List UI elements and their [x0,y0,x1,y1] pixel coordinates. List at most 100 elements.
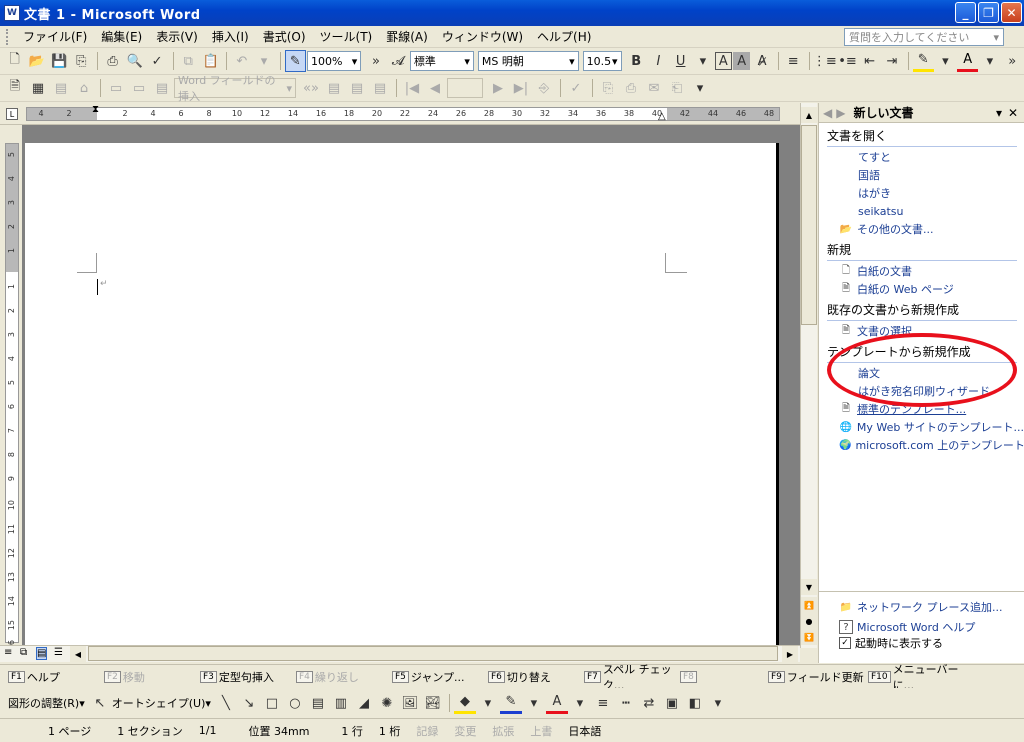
select-objects-icon[interactable]: ↖ [89,692,111,714]
zoom-select[interactable]: 100% ▾ [306,51,362,71]
my-web-template-link[interactable]: 🌐 My Web サイトのテンプレート... [839,419,1024,435]
recent-doc-link[interactable]: seikatsu [858,203,1024,219]
close-button[interactable]: ✕ [1001,2,1022,23]
scroll-up-icon[interactable]: ▲ [801,107,817,123]
status-rec[interactable]: 記録 [408,723,446,739]
greeting-line-icon[interactable]: ▭ [105,77,127,99]
char-border-icon[interactable]: A [714,52,733,70]
scroll-down-icon[interactable]: ▼ [801,579,817,595]
merge-to-email-icon[interactable]: ✉ [643,77,665,99]
menu-insert[interactable]: 挿入(I) [205,27,256,47]
numbering-icon[interactable]: ⋮≡ [813,50,837,72]
status-ovr[interactable]: 上書 [522,723,560,739]
tab-selector[interactable]: L [6,108,18,120]
title-bar[interactable]: W 文書 1 - Microsoft Word _ ❐ ✕ [0,0,1024,26]
style-select[interactable]: 標準 ▾ [409,51,474,71]
horizontal-scrollbar[interactable]: ≡ ⧉ ▤ ☰ ◀ ▶ [0,645,800,662]
drawing-toggle-icon[interactable]: ✎ [284,50,306,72]
show-at-startup-checkbox[interactable]: ✓ [839,637,851,649]
menu-grip[interactable] [6,28,10,45]
hscroll-thumb[interactable] [88,646,778,661]
merge-to-printer-icon[interactable]: ⎙ [620,77,642,99]
paste-icon[interactable]: 📋 [200,50,221,72]
browse-object-icon[interactable]: ● [801,613,817,629]
underline-dropdown-icon[interactable]: ▾ [692,50,713,72]
draw-adjust-menu[interactable]: 図形の調整(R) ▾ [8,694,85,712]
word-app-icon[interactable]: W [4,5,20,21]
picture-icon[interactable]: 🏞 [422,692,444,714]
word-help-link[interactable]: ? Microsoft Word ヘルプ [839,619,975,635]
fkey-f5[interactable]: F5 ジャンプ... [392,668,484,686]
font-color-dropdown-icon[interactable]: ▾ [979,50,1000,72]
previous-record-icon[interactable]: ◀ [424,77,446,99]
check-errors-icon[interactable]: ✓ [565,77,587,99]
main-document-setup-icon[interactable]: 🗎 [4,77,26,99]
merge-to-fax-icon[interactable]: ⎗ [666,77,688,99]
menu-view[interactable]: 表示(V) [149,27,205,47]
bold-icon[interactable]: B [626,50,647,72]
scroll-thumb[interactable] [801,125,817,325]
last-record-icon[interactable]: ▶| [510,77,532,99]
fkey-f4[interactable]: F4 繰り返し [296,668,388,686]
toolbar-more-icon[interactable]: » [1002,50,1023,72]
fkey-f2[interactable]: F2 移動 [104,668,196,686]
bullets-icon[interactable]: •≡ [837,50,858,72]
view-merged-icon[interactable]: «» [300,77,322,99]
web-layout-icon[interactable]: ⧉ [20,647,27,658]
recent-doc-link[interactable]: はがき [858,185,1024,201]
record-number-input[interactable] [447,78,483,98]
word-field-select[interactable]: Word フィールドの挿入 ▾ [174,74,296,103]
fkey-f10[interactable]: F10 メニューバーに... [868,663,972,692]
undo-icon[interactable]: ↶ [231,50,252,72]
spelling-icon[interactable]: ✓ [146,50,167,72]
vertical-scrollbar[interactable]: ▲ ▼ ⏫ ● ⏬ [800,103,817,648]
fkey-f1[interactable]: F1 ヘルプ [8,668,100,686]
fill-color-dropdown-icon[interactable]: ▾ [477,692,499,714]
font-color-dropdown-icon[interactable]: ▾ [569,692,591,714]
propagate-labels-icon[interactable]: ▤ [369,77,391,99]
menu-help[interactable]: ヘルプ(H) [530,27,598,47]
font-color-icon[interactable]: A [957,50,979,72]
outline-view-icon[interactable]: ☰ [54,647,63,658]
char-shading-icon[interactable]: A [733,52,751,70]
diagram-icon[interactable]: ✺ [376,692,398,714]
menu-file[interactable]: ファイル(F) [16,27,94,47]
wordart-icon[interactable]: ◢ [353,692,375,714]
copy-icon[interactable]: ⧉ [178,50,199,72]
vertical-textbox-icon[interactable]: ▥ [330,692,352,714]
vertical-ruler[interactable]: 5 4 3 2 1 1 2 3 4 5 6 7 8 9 10 11 12 13 … [0,125,22,650]
fill-color-icon[interactable]: ◆ [453,692,476,714]
clipart-icon[interactable]: 🖼 [399,692,421,714]
italic-icon[interactable]: I [648,50,669,72]
oval-icon[interactable]: ○ [284,692,306,714]
recent-doc-link[interactable]: 国語 [858,167,1024,183]
line-color-dropdown-icon[interactable]: ▾ [523,692,545,714]
menu-format[interactable]: 書式(O) [256,27,313,47]
font-size-select[interactable]: 10.5 ▾ [582,51,622,71]
toolbar-options-icon[interactable]: » [365,50,386,72]
line-color-icon[interactable]: ✎ [499,692,522,714]
highlight-icon[interactable]: ✎ [912,50,934,72]
normal-view-icon[interactable]: ≡ [4,647,12,658]
autoshape-menu[interactable]: オートシェイプ(U) ▾ [112,694,211,712]
first-record-icon[interactable]: |◀ [401,77,423,99]
chevron-down-icon[interactable]: ▾ [993,31,999,44]
fkey-f3[interactable]: F3 定型句挿入 [200,668,292,686]
next-record-icon[interactable]: ▶ [487,77,509,99]
save-icon[interactable]: 💾 [49,50,70,72]
underline-icon[interactable]: U [670,50,691,72]
menu-edit[interactable]: 編集(E) [94,27,149,47]
minimize-button[interactable]: _ [955,2,976,23]
toolbar-options-icon[interactable]: ▾ [689,77,711,99]
previous-page-icon[interactable]: ⏫ [801,597,817,613]
highlight-dropdown-icon[interactable]: ▾ [935,50,956,72]
arrow-style-icon[interactable]: ⇄ [638,692,660,714]
data-source-icon[interactable]: ▦ [27,77,49,99]
permission-icon[interactable]: ⎘ [71,50,92,72]
merge-fields-icon[interactable]: ▭ [128,77,150,99]
recent-doc-link[interactable]: てすと [858,149,1024,165]
next-page-icon[interactable]: ⏬ [801,629,817,645]
style-icon[interactable]: 𝓐 [388,50,409,72]
document-page[interactable]: ↵ [25,143,779,645]
arrow-icon[interactable]: ↘ [238,692,260,714]
